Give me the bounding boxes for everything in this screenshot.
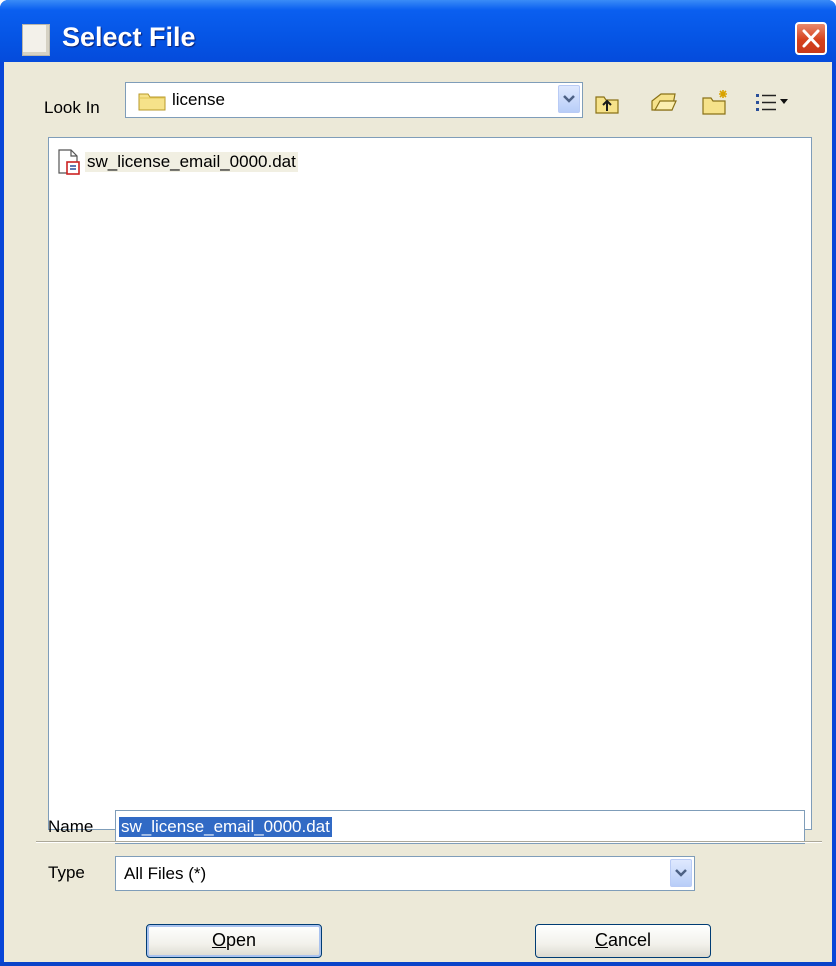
file-icon [58, 149, 80, 175]
close-icon [802, 29, 820, 48]
name-label: Name [48, 817, 94, 836]
home-folder-button[interactable] [649, 90, 677, 116]
chevron-down-icon [563, 95, 575, 103]
window-border-right [832, 62, 836, 966]
file-name: sw_license_email_0000.dat [85, 152, 298, 172]
chevron-down-icon [675, 869, 687, 877]
cancel-button[interactable]: Cancel [535, 924, 711, 958]
folder-up-icon [595, 96, 619, 114]
window-icon [22, 24, 50, 56]
look-in-dropdown-arrow[interactable] [558, 85, 580, 113]
file-name-input[interactable]: sw_license_email_0000.dat [115, 810, 805, 844]
new-folder-button[interactable] [700, 88, 728, 115]
view-menu-button[interactable] [752, 90, 792, 116]
divider [36, 841, 822, 843]
folder-up-button[interactable] [593, 90, 621, 116]
open-button-label: Open [211, 930, 257, 950]
file-type-dropdown-arrow[interactable] [670, 859, 692, 887]
new-folder-icon [702, 90, 727, 115]
select-file-dialog: Select File Look In license sw_license_e… [0, 0, 836, 966]
list-view-icon [756, 94, 788, 111]
dialog-body: Look In license sw_license_email_0000.da… [4, 62, 832, 966]
file-type-value: All Files (*) [124, 864, 207, 883]
window-border-bottom [0, 962, 836, 966]
open-button[interactable]: Open [146, 924, 322, 958]
look-in-dropdown[interactable]: license [125, 82, 583, 118]
look-in-label: Look In [44, 98, 100, 117]
home-folder-icon [651, 93, 677, 111]
look-in-value: license [172, 90, 225, 109]
file-name-input-value: sw_license_email_0000.dat [119, 817, 332, 837]
dialog-title: Select File [62, 22, 196, 52]
file-list[interactable]: sw_license_email_0000.dat [48, 137, 812, 830]
file-type-dropdown[interactable]: All Files (*) [115, 856, 695, 891]
file-list-item[interactable]: sw_license_email_0000.dat [57, 148, 298, 176]
cancel-button-label: Cancel [594, 930, 652, 950]
close-button[interactable] [795, 22, 827, 55]
folder-icon [138, 93, 166, 111]
type-label: Type [48, 863, 85, 882]
